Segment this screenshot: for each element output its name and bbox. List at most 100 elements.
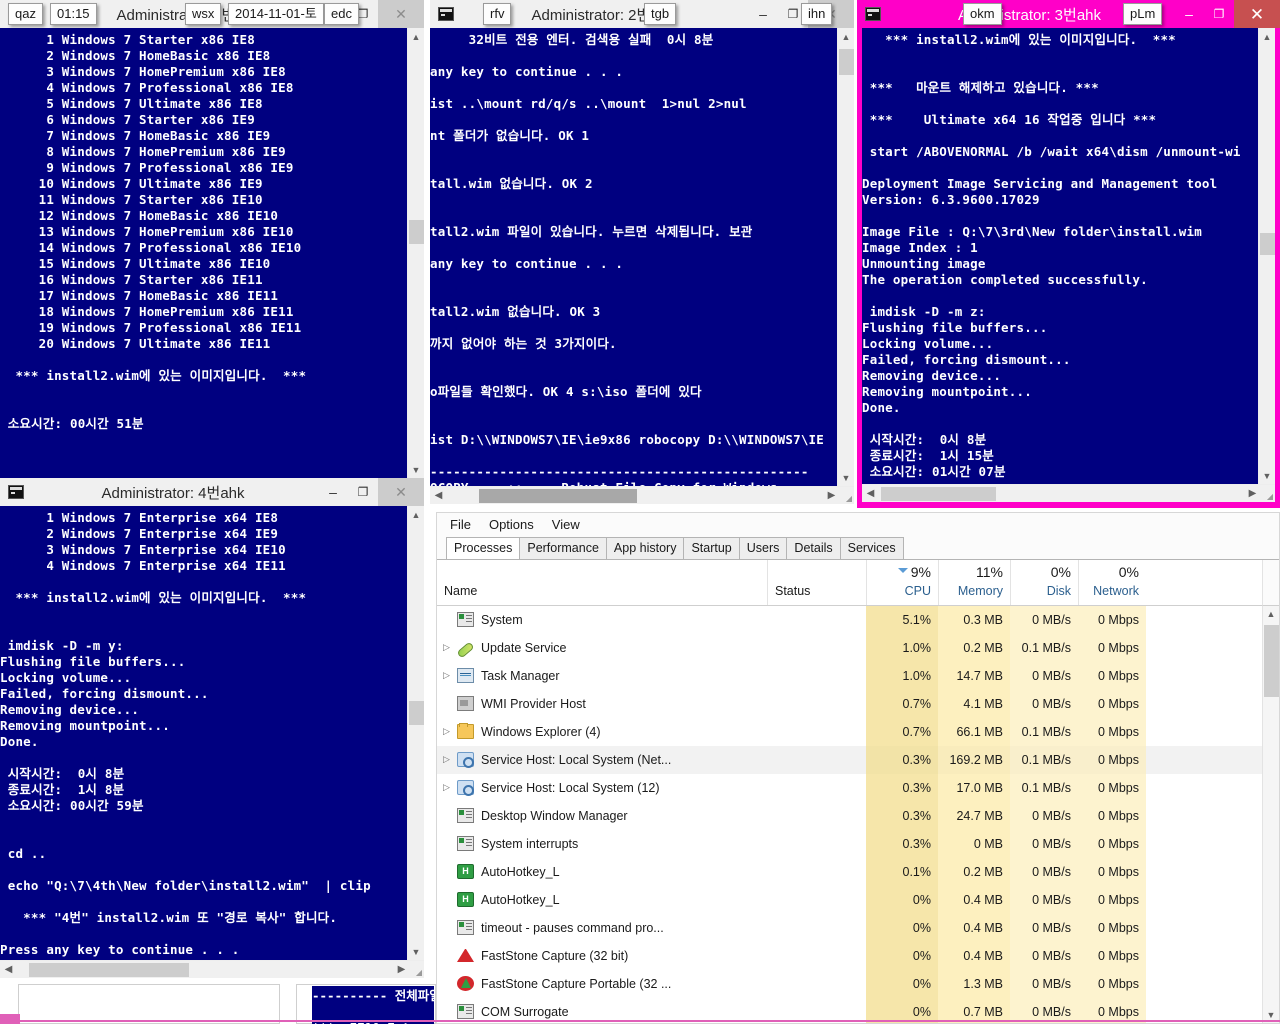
console-window-4[interactable]: Administrator: 4번ahk ❐ ✕ 1 Windows 7 Ent… — [0, 478, 424, 978]
process-name-cell[interactable]: ▷WMI Provider Host — [437, 690, 767, 718]
table-row[interactable]: ▷ Service Host: Local System (12) 0.3% 17.0… — [437, 773, 1262, 802]
console-window-2[interactable]: Administrator: 2번ahk ❐ ✕ 32비트 전용 엔터. 검색용… — [430, 0, 854, 504]
resize-grip-icon[interactable]: ◢ — [840, 487, 854, 505]
vscroll-track[interactable] — [838, 45, 855, 469]
column-header-network[interactable]: 0% Network — [1078, 559, 1146, 605]
console-window-1[interactable]: Administrator: 1번ahk ❐ ✕ 1 Windows 7 Sta… — [0, 0, 424, 478]
minimize-button[interactable] — [748, 0, 778, 28]
close-button[interactable]: ✕ — [378, 478, 424, 506]
table-row[interactable]: ▷HAutoHotkey_L0%0.4 MB0 MB/s0 Mbps — [437, 885, 1262, 914]
menu-options[interactable]: Options — [489, 517, 534, 532]
background-window-left[interactable] — [18, 984, 280, 1024]
menu-view[interactable]: View — [552, 517, 580, 532]
tab-services[interactable]: Services — [839, 536, 904, 559]
console-4-hscrollbar[interactable]: ◀ ▶ ◢ — [0, 960, 424, 978]
table-row[interactable]: ▷System interrupts 0.3%0 MB0 MB/s0 Mbps — [437, 829, 1262, 858]
tab-details[interactable]: Details — [786, 536, 841, 559]
column-header-memory[interactable]: 11% Memory — [938, 559, 1010, 605]
scroll-up-icon[interactable]: ▲ — [1263, 606, 1280, 623]
scroll-down-icon[interactable]: ▼ — [408, 461, 425, 478]
hscroll-thumb[interactable] — [881, 486, 996, 501]
table-row[interactable]: ▷FastStone Capture Portable (32 ... 0%1.3… — [437, 969, 1262, 998]
minimize-button[interactable] — [318, 478, 348, 506]
process-name-cell[interactable]: ▷FastStone Capture (32 bit) — [437, 942, 767, 970]
tab-users[interactable]: Users — [738, 536, 788, 559]
chevron-right-icon[interactable]: ▷ — [443, 726, 457, 737]
process-name-cell[interactable]: ▷timeout - pauses command pro... — [437, 914, 767, 942]
vscroll-thumb[interactable] — [408, 220, 424, 244]
window-4-titlebar[interactable]: Administrator: 4번ahk ❐ ✕ — [0, 478, 424, 506]
process-table-header[interactable]: Name Status 9% CPU 11% Memory 0% Disk 0% Network — [437, 559, 1262, 606]
scroll-left-icon[interactable]: ◀ — [430, 487, 447, 505]
hscroll-track[interactable] — [447, 487, 823, 505]
menu-file[interactable]: File — [450, 517, 471, 532]
task-manager-tabs[interactable]: Processes Performance App history Startup Us… — [437, 536, 1279, 559]
tab-startup[interactable]: Startup — [683, 536, 740, 559]
console-4-vscrollbar[interactable]: ▲ ▼ — [407, 506, 424, 960]
maximize-button[interactable]: ❐ — [348, 478, 378, 506]
column-header-status[interactable]: Status — [767, 559, 866, 605]
process-rows[interactable]: ▷System5.1%0.3 MB0 MB/s0 Mbps▷Update Ser… — [437, 605, 1262, 1024]
process-name-cell[interactable]: ▷ Update Service — [437, 634, 767, 662]
vscroll-track[interactable] — [1259, 45, 1276, 467]
tab-processes[interactable]: Processes — [446, 536, 521, 559]
resize-grip-icon[interactable]: ◢ — [410, 961, 424, 979]
hscroll-track[interactable] — [879, 485, 1244, 503]
process-name-cell[interactable]: ▷FastStone Capture Portable (32 ... — [437, 970, 767, 998]
window-3-titlebar[interactable]: Administrator: 3번ahk ❐ ✕ — [857, 0, 1280, 28]
console-3-hscrollbar[interactable]: ◀ ▶ ◢ — [862, 484, 1275, 502]
process-name-cell[interactable]: ▷System — [437, 606, 767, 634]
table-row[interactable]: ▷ Service Host: Local System (Net... 0.3% 1… — [437, 745, 1262, 774]
chevron-right-icon[interactable]: ▷ — [443, 642, 457, 653]
scroll-down-icon[interactable]: ▼ — [408, 943, 425, 960]
minimize-button[interactable] — [1174, 0, 1204, 28]
tab-app-history[interactable]: App history — [605, 536, 685, 559]
table-row[interactable]: ▷FastStone Capture (32 bit) 0%0.4 MB0 MB/… — [437, 941, 1262, 970]
column-header-name[interactable]: Name — [437, 560, 767, 605]
task-manager-window[interactable]: File Options View Processes Performance Ap… — [436, 512, 1280, 1024]
scroll-down-icon[interactable]: ▼ — [838, 469, 855, 486]
column-header-disk[interactable]: 0% Disk — [1010, 559, 1078, 605]
table-row[interactable]: ▷WMI Provider Host 0.7%4.1 MB0 MB/s0 Mbps — [437, 689, 1262, 718]
scroll-up-icon[interactable]: ▲ — [1259, 28, 1276, 45]
vscroll-thumb[interactable] — [1259, 233, 1275, 255]
resize-grip-icon[interactable]: ◢ — [1261, 485, 1275, 503]
hscroll-track[interactable] — [17, 961, 393, 979]
vscroll-thumb[interactable] — [838, 49, 854, 75]
process-name-cell[interactable]: ▷ Windows Explorer (4) — [437, 718, 767, 746]
table-row[interactable]: ▷System 5.1%0.3 MB0 MB/s0 Mbps — [437, 605, 1262, 634]
vscroll-thumb[interactable] — [1263, 624, 1279, 697]
scroll-up-icon[interactable]: ▲ — [838, 28, 855, 45]
column-header-cpu[interactable]: 9% CPU — [866, 559, 938, 605]
process-name-cell[interactable]: ▷System interrupts — [437, 830, 767, 858]
vscroll-thumb[interactable] — [408, 701, 424, 725]
process-name-cell[interactable]: ▷ Service Host: Local System (Net... — [437, 746, 767, 774]
process-name-cell[interactable]: ▷ Service Host: Local System (12) — [437, 774, 767, 802]
scroll-down-icon[interactable]: ▼ — [1259, 467, 1276, 484]
console-window-3[interactable]: Administrator: 3번ahk ❐ ✕ *** install2.wi… — [857, 0, 1280, 508]
table-row[interactable]: ▷ Windows Explorer (4) 0.7% 66.1 MB 0.1 MB/s… — [437, 717, 1262, 746]
process-name-cell[interactable]: ▷HAutoHotkey_L — [437, 858, 767, 886]
process-list-scrollbar[interactable]: ▲ ▼ — [1262, 605, 1280, 1024]
close-button[interactable]: ✕ — [1234, 0, 1280, 28]
table-row[interactable]: ▷HAutoHotkey_L0.1%0.2 MB0 MB/s0 Mbps — [437, 857, 1262, 886]
table-row[interactable]: ▷ Task Manager 1.0% 14.7 MB 0 MB/s 0 Mbps — [437, 661, 1262, 690]
scroll-right-icon[interactable]: ▶ — [1244, 485, 1261, 503]
vscroll-track[interactable] — [408, 45, 425, 461]
vscroll-track[interactable] — [1263, 623, 1280, 1006]
maximize-button[interactable]: ❐ — [1204, 0, 1234, 28]
vscroll-track[interactable] — [408, 523, 425, 943]
table-row[interactable]: ▷timeout - pauses command pro... 0%0.4 MB… — [437, 913, 1262, 942]
scroll-left-icon[interactable]: ◀ — [0, 961, 17, 979]
console-1-vscrollbar[interactable]: ▲ ▼ — [407, 28, 424, 478]
chevron-right-icon[interactable]: ▷ — [443, 670, 457, 681]
process-name-cell[interactable]: ▷HAutoHotkey_L — [437, 886, 767, 914]
chevron-right-icon[interactable]: ▷ — [443, 782, 457, 793]
scroll-up-icon[interactable]: ▲ — [408, 28, 425, 45]
process-table-body[interactable]: ▷System5.1%0.3 MB0 MB/s0 Mbps▷Update Ser… — [437, 605, 1280, 1024]
console-3-vscrollbar[interactable]: ▲ ▼ — [1258, 28, 1275, 484]
tab-performance[interactable]: Performance — [519, 536, 607, 559]
console-2-vscrollbar[interactable]: ▲ ▼ — [837, 28, 854, 486]
table-row[interactable]: ▷ Update Service 1.0% 0.2 MB 0.1 MB/s 0 Mbps — [437, 633, 1262, 662]
chevron-right-icon[interactable]: ▷ — [443, 754, 457, 765]
